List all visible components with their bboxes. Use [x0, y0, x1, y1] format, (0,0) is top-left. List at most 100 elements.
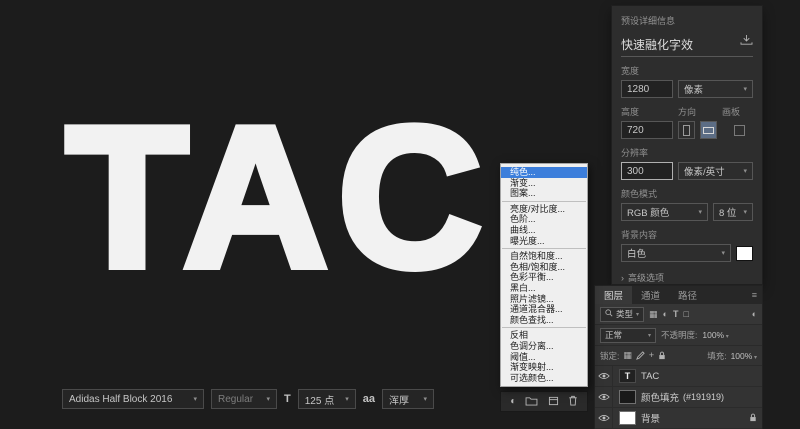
delete-layer-icon[interactable]	[568, 393, 578, 411]
document-name-input[interactable]	[621, 37, 734, 51]
photoshop-window: { "canvas": { "headline": "TAC" }, "icon…	[0, 0, 800, 429]
background-dropdown[interactable]: 白色	[621, 244, 731, 262]
blend-mode-value: 正常	[605, 330, 623, 340]
width-unit-dropdown[interactable]: 像素	[678, 80, 753, 98]
type-options-bar: Adidas Half Block 2016 Regular T 125 点 a…	[62, 389, 434, 409]
font-size-value: 125 点	[304, 395, 335, 407]
visibility-eye-icon[interactable]	[595, 387, 613, 407]
background-lock-icon[interactable]	[749, 409, 757, 427]
menu-item-pattern[interactable]: 图案...	[501, 188, 587, 199]
height-label: 高度	[621, 107, 640, 117]
advanced-options-toggle[interactable]: › 高级选项	[621, 271, 753, 284]
menu-item-hue-saturation[interactable]: 色相/饱和度...	[501, 262, 587, 273]
layer-name: 颜色填充	[641, 393, 680, 404]
resolution-row: 像素/英寸	[621, 162, 753, 180]
bit-depth-value: 8 位	[719, 208, 737, 219]
visibility-eye-icon[interactable]	[595, 408, 613, 428]
menu-item-solid-color[interactable]: 纯色...	[501, 167, 587, 178]
panel-menu-icon[interactable]: ≡	[752, 290, 762, 300]
menu-item-invert[interactable]: 反相	[501, 330, 587, 341]
new-group-icon[interactable]	[525, 393, 538, 411]
menu-separator	[502, 327, 586, 329]
menu-item-threshold[interactable]: 阈值...	[501, 352, 587, 363]
filter-type-layer-icon[interactable]: T	[673, 309, 679, 319]
landscape-icon	[703, 126, 714, 134]
filter-toggle-icon[interactable]: ◐	[752, 309, 757, 319]
background-layer-thumbnail[interactable]	[619, 411, 636, 425]
height-input[interactable]	[621, 121, 673, 139]
chevron-right-icon: ›	[621, 272, 624, 283]
layer-name: TAC	[641, 370, 660, 382]
portrait-icon	[683, 124, 690, 136]
font-family-value: Adidas Half Block 2016	[69, 393, 173, 405]
blend-mode-row: 正常 不透明度: 100%	[595, 325, 762, 346]
menu-item-black-white[interactable]: 黑白...	[501, 283, 587, 294]
fill-layer-thumbnail[interactable]	[619, 390, 636, 404]
lock-row: 锁定: ▦ + 填充: 100%	[595, 346, 762, 366]
menu-item-exposure[interactable]: 曝光度...	[501, 236, 587, 247]
tab-paths[interactable]: 路径	[669, 286, 706, 304]
menu-separator	[502, 200, 586, 202]
menu-item-vibrance[interactable]: 自然饱和度...	[501, 251, 587, 262]
font-family-dropdown[interactable]: Adidas Half Block 2016	[62, 389, 204, 409]
canvas-text-tac[interactable]: TAC	[62, 94, 492, 302]
resolution-unit-dropdown[interactable]: 像素/英寸	[678, 162, 753, 180]
width-input[interactable]	[621, 80, 673, 98]
resolution-input[interactable]	[621, 162, 673, 180]
lock-paint-icon[interactable]	[635, 347, 645, 365]
preset-details-header: 预设详细信息	[621, 16, 676, 26]
menu-item-curves[interactable]: 曲线...	[501, 225, 587, 236]
menu-item-channel-mixer[interactable]: 通道混合器...	[501, 304, 587, 315]
menu-item-gradient[interactable]: 渐变...	[501, 178, 587, 189]
filter-type-dropdown[interactable]: 类型	[600, 306, 645, 322]
layer-row-color-fill[interactable]: 颜色填充 (#191919)	[595, 387, 762, 408]
orientation-label: 方向	[678, 107, 697, 117]
fill-value[interactable]: 100%	[731, 351, 757, 361]
layer-row-background[interactable]: 背景	[595, 408, 762, 429]
layer-row-tac[interactable]: T TAC	[595, 366, 762, 387]
anti-alias-dropdown[interactable]: 浑厚	[381, 389, 434, 409]
filter-pixel-icon[interactable]: ▦	[649, 309, 658, 319]
orientation-landscape-button[interactable]	[700, 121, 717, 139]
background-contents-label: 背景内容	[621, 230, 658, 240]
opacity-value[interactable]: 100%	[702, 330, 728, 340]
lock-position-icon[interactable]: +	[649, 351, 654, 360]
tab-channels[interactable]: 通道	[632, 286, 669, 304]
bit-depth-dropdown[interactable]: 8 位	[713, 203, 753, 221]
filter-shape-icon[interactable]: □	[683, 309, 688, 319]
lock-transparency-icon[interactable]: ▦	[623, 351, 632, 360]
lock-label: 锁定:	[600, 350, 620, 361]
menu-item-brightness-contrast[interactable]: 亮度/对比度...	[501, 204, 587, 215]
tab-layers[interactable]: 图层	[595, 286, 633, 304]
font-style-dropdown[interactable]: Regular	[211, 389, 277, 409]
menu-item-gradient-map[interactable]: 渐变映射...	[501, 362, 587, 373]
new-layer-icon[interactable]	[548, 393, 559, 411]
text-layer-thumbnail[interactable]: T	[619, 369, 636, 383]
menu-item-selective-color[interactable]: 可选颜色...	[501, 373, 587, 384]
new-document-preset-panel: 预设详细信息 宽度 像素 高度 方向 画板 分辨率 像素/英寸 颜色模式	[612, 6, 762, 316]
background-row: 白色	[621, 244, 753, 262]
visibility-eye-icon[interactable]	[595, 366, 613, 386]
save-preset-icon[interactable]	[740, 33, 753, 51]
background-color-swatch[interactable]	[736, 245, 753, 261]
new-adjustment-layer-icon[interactable]: ◐	[510, 396, 516, 407]
new-fill-adjustment-menu: 纯色... 渐变... 图案... 亮度/对比度... 色阶... 曲线... …	[500, 163, 588, 388]
menu-item-color-lookup[interactable]: 颜色查找...	[501, 315, 587, 326]
filter-adjustment-icon[interactable]: ◐	[663, 309, 668, 319]
menu-item-color-balance[interactable]: 色彩平衡...	[501, 272, 587, 283]
font-style-value: Regular	[218, 393, 254, 405]
panel-tabs: 图层 通道 路径 ≡	[595, 286, 762, 304]
menu-item-levels[interactable]: 色阶...	[501, 214, 587, 225]
menu-item-photo-filter[interactable]: 照片滤镜...	[501, 294, 587, 305]
artboard-label: 画板	[722, 107, 741, 117]
artboard-checkbox[interactable]	[734, 124, 745, 136]
menu-item-posterize[interactable]: 色调分离...	[501, 341, 587, 352]
color-mode-dropdown[interactable]: RGB 颜色	[621, 203, 708, 221]
font-size-dropdown[interactable]: 125 点	[297, 389, 356, 409]
advanced-options-label: 高级选项	[628, 273, 665, 283]
blend-mode-dropdown[interactable]: 正常	[600, 327, 656, 343]
color-mode-row: RGB 颜色 8 位	[621, 203, 753, 221]
lock-all-icon[interactable]	[658, 347, 666, 365]
orientation-portrait-button[interactable]	[678, 121, 695, 139]
width-row: 像素	[621, 80, 753, 98]
